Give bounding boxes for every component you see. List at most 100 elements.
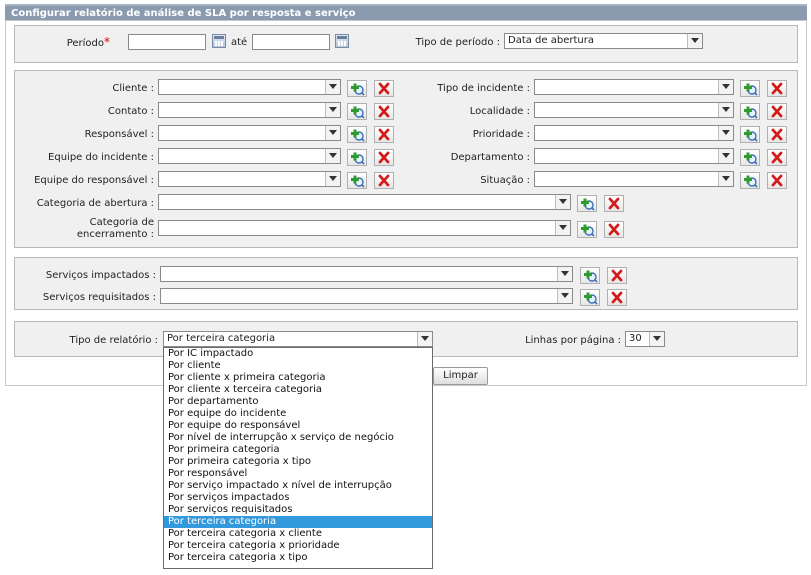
add-responsavel-button[interactable] — [347, 126, 367, 143]
departamento-select[interactable] — [534, 148, 734, 164]
add-cat-abertura-button[interactable] — [577, 195, 597, 212]
remove-cat-abertura-button[interactable] — [604, 195, 624, 212]
cat-encerramento-select[interactable] — [158, 220, 571, 236]
remove-responsavel-button[interactable] — [374, 126, 394, 143]
remove-icon — [611, 269, 623, 282]
report-type-option[interactable]: Por terceira categoria x cliente — [164, 528, 432, 540]
report-type-option[interactable]: Por serviços requisitados — [164, 504, 432, 516]
report-type-option[interactable]: Por terceira categoria — [164, 516, 432, 528]
add-search-icon — [744, 175, 758, 188]
responsavel-label: Responsável : — [84, 129, 154, 140]
chevron-down-icon — [718, 149, 733, 163]
report-type-option[interactable]: Por primeira categoria x tipo — [164, 456, 432, 468]
calendar-icon[interactable] — [212, 34, 226, 48]
remove-equipe-incidente-button[interactable] — [374, 149, 394, 166]
situacao-label: Situação : — [480, 175, 530, 186]
remove-localidade-button[interactable] — [767, 103, 787, 120]
period-until-label: até — [231, 37, 248, 48]
add-equipe-incidente-button[interactable] — [347, 149, 367, 166]
add-situacao-button[interactable] — [740, 172, 760, 189]
add-cat-encerramento-button[interactable] — [577, 221, 597, 238]
equipe-responsavel-select[interactable] — [158, 171, 341, 187]
remove-cliente-button[interactable] — [374, 80, 394, 97]
remove-icon — [771, 82, 783, 95]
add-servicos-impactados-button[interactable] — [580, 267, 600, 284]
add-cliente-button[interactable] — [347, 80, 367, 97]
add-equipe-responsavel-button[interactable] — [347, 172, 367, 189]
period-type-value: Data de abertura — [508, 35, 594, 46]
tipo-incidente-select[interactable] — [534, 79, 734, 95]
report-type-option[interactable]: Por equipe do responsável — [164, 420, 432, 432]
remove-icon — [378, 151, 390, 164]
chevron-down-icon — [417, 332, 432, 346]
localidade-select[interactable] — [534, 102, 734, 118]
remove-icon — [378, 128, 390, 141]
remove-icon — [378, 174, 390, 187]
remove-servicos-impactados-button[interactable] — [607, 267, 627, 284]
add-search-icon — [351, 83, 365, 96]
clear-button[interactable]: Limpar — [433, 367, 488, 385]
situacao-select[interactable] — [534, 171, 734, 187]
equipe-incidente-select[interactable] — [158, 148, 341, 164]
cat-abertura-select[interactable] — [158, 194, 571, 210]
report-type-option[interactable]: Por cliente — [164, 360, 432, 372]
period-type-select[interactable]: Data de abertura — [504, 33, 703, 49]
responsavel-select[interactable] — [158, 125, 341, 141]
servicos-requisitados-select[interactable] — [160, 288, 573, 304]
report-type-value: Por terceira categoria — [167, 333, 276, 344]
report-type-option[interactable]: Por cliente x primeira categoria — [164, 372, 432, 384]
chevron-down-icon — [325, 149, 340, 163]
add-tipo-incidente-button[interactable] — [740, 80, 760, 97]
prioridade-select[interactable] — [534, 125, 734, 141]
remove-icon — [378, 82, 390, 95]
remove-servicos-requisitados-button[interactable] — [607, 289, 627, 306]
localidade-label: Localidade : — [469, 106, 530, 117]
add-prioridade-button[interactable] — [740, 126, 760, 143]
report-type-option[interactable]: Por primeira categoria — [164, 444, 432, 456]
remove-departamento-button[interactable] — [767, 149, 787, 166]
period-start-input[interactable] — [128, 34, 206, 50]
servicos-requisitados-label: Serviços requisitados : — [42, 292, 156, 303]
calendar-icon[interactable] — [335, 34, 349, 48]
add-search-icon — [581, 198, 595, 211]
remove-contato-button[interactable] — [374, 103, 394, 120]
lines-per-page-select[interactable]: 30 — [625, 331, 665, 347]
report-type-option[interactable]: Por departamento — [164, 396, 432, 408]
report-type-option[interactable]: Por cliente x terceira categoria — [164, 384, 432, 396]
servicos-impactados-label: Serviços impactados : — [45, 270, 156, 281]
servicos-impactados-select[interactable] — [160, 266, 573, 282]
add-contato-button[interactable] — [347, 103, 367, 120]
period-end-input[interactable] — [252, 34, 330, 50]
remove-equipe-responsavel-button[interactable] — [374, 172, 394, 189]
report-type-option[interactable]: Por serviço impactado x nível de interru… — [164, 480, 432, 492]
add-departamento-button[interactable] — [740, 149, 760, 166]
report-type-option[interactable]: Por terceira categoria x tipo — [164, 552, 432, 564]
cat-encerramento-label-line1: Categoria de — [89, 217, 154, 228]
remove-situacao-button[interactable] — [767, 172, 787, 189]
report-type-option[interactable]: Por nível de interrupção x serviço de ne… — [164, 432, 432, 444]
required-mark: * — [104, 35, 110, 49]
cat-encerramento-label: Categoria de encerramento : — [20, 217, 154, 241]
report-type-option[interactable]: Por equipe do incidente — [164, 408, 432, 420]
remove-tipo-incidente-button[interactable] — [767, 80, 787, 97]
add-localidade-button[interactable] — [740, 103, 760, 120]
chevron-down-icon — [555, 221, 570, 235]
cliente-select[interactable] — [158, 79, 341, 95]
chevron-down-icon — [718, 80, 733, 94]
report-type-option[interactable]: Por IC impactado — [164, 348, 432, 360]
window-title: Configurar relatório de análise de SLA p… — [5, 4, 807, 20]
add-search-icon — [351, 175, 365, 188]
contato-select[interactable] — [158, 102, 341, 118]
report-type-option[interactable]: Por responsável — [164, 468, 432, 480]
chevron-down-icon — [325, 126, 340, 140]
report-type-select[interactable]: Por terceira categoria — [163, 331, 433, 347]
report-type-options-list[interactable]: Por IC impactado Por cliente Por cliente x… — [163, 347, 433, 569]
report-type-option[interactable]: Por serviços impactados — [164, 492, 432, 504]
remove-cat-encerramento-button[interactable] — [604, 221, 624, 238]
remove-icon — [771, 128, 783, 141]
add-servicos-requisitados-button[interactable] — [580, 289, 600, 306]
period-label: Período* — [40, 36, 110, 50]
report-type-option[interactable]: Por terceira categoria x prioridade — [164, 540, 432, 552]
remove-prioridade-button[interactable] — [767, 126, 787, 143]
lines-per-page-value: 30 — [629, 333, 642, 344]
